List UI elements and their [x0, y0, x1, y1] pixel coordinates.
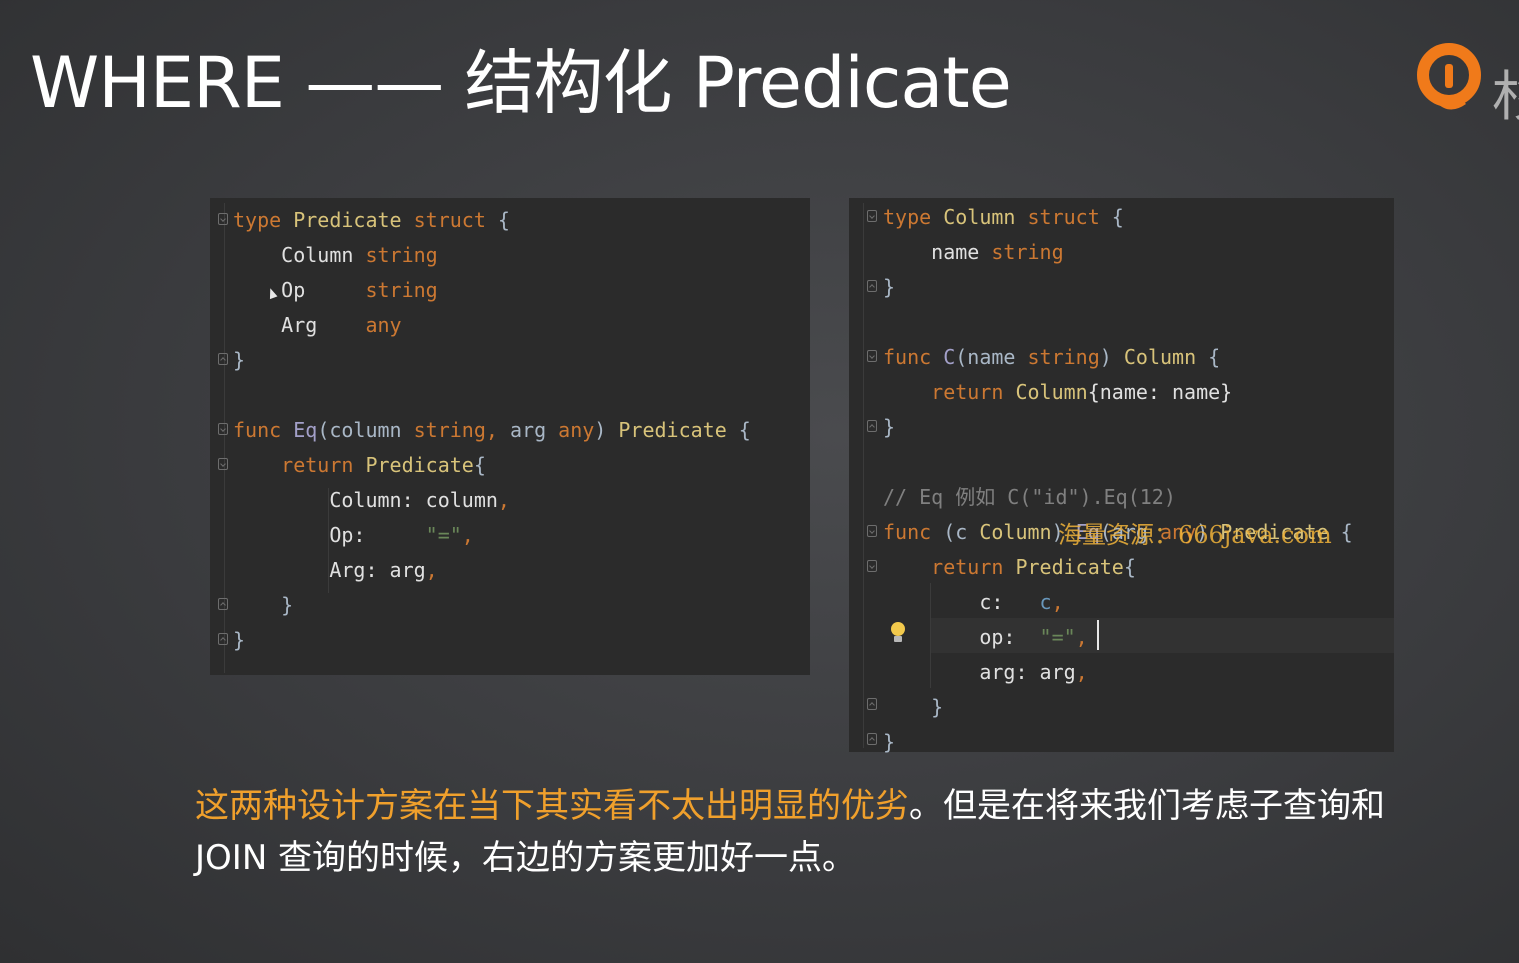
code-line: type Column struct {: [883, 205, 1124, 229]
fold-close-icon[interactable]: [218, 598, 228, 610]
fold-close-icon[interactable]: [867, 698, 877, 710]
code-line: Op: "=",: [233, 523, 474, 547]
code-line: c: c,: [883, 590, 1064, 614]
code-line: Column string: [233, 243, 438, 267]
fold-open-icon[interactable]: [218, 458, 228, 470]
code-line: func C(name string) Column {: [883, 345, 1221, 369]
code-line: Op string: [233, 278, 438, 302]
code-line: Arg any: [233, 313, 402, 337]
code-panel-right: type Column struct { name string } func …: [849, 198, 1394, 754]
lightbulb-icon[interactable]: [891, 622, 905, 636]
fold-close-icon[interactable]: [867, 420, 877, 432]
lightbulb-base: [894, 636, 902, 642]
code-panel-left: type Predicate struct { Column string Op…: [210, 198, 810, 675]
code-line: }: [883, 275, 896, 299]
fold-open-icon[interactable]: [218, 213, 228, 225]
fold-open-icon[interactable]: [867, 525, 877, 537]
code-line: Column: column,: [233, 488, 510, 512]
code-line: func Eq(column string, arg any) Predicat…: [233, 418, 751, 442]
code-line: }: [233, 628, 246, 652]
fold-open-icon[interactable]: [867, 210, 877, 222]
code-line: return Predicate{: [281, 453, 486, 477]
code-line: // Eq 例如 C("id").Eq(12): [883, 485, 1176, 509]
fold-close-icon[interactable]: [218, 353, 228, 365]
text-caret: [1097, 620, 1099, 650]
code-line: }: [883, 415, 896, 439]
fold-open-icon[interactable]: [867, 560, 877, 572]
code-line: }: [233, 348, 246, 372]
code-line: return Predicate{: [931, 555, 1136, 579]
brand-logo-icon: [1417, 43, 1481, 110]
caption-line2: JOIN 查询的时候，右边的方案更加好一点。: [195, 838, 857, 878]
caption-highlight: 这两种设计方案在当下其实看不太出明显的优劣: [195, 786, 909, 826]
code-line: name string: [883, 240, 1064, 264]
code-line: }: [883, 730, 896, 754]
caption-rest: 。但是在将来我们考虑子查询和: [909, 786, 1385, 826]
code-line: type Predicate struct {: [233, 208, 510, 232]
code-line: return Column{name: name}: [931, 380, 1233, 404]
code-line: arg: arg,: [883, 660, 1088, 684]
fold-open-icon[interactable]: [218, 423, 228, 435]
fold-close-icon[interactable]: [218, 633, 228, 645]
code-line: }: [233, 593, 294, 617]
fold-close-icon[interactable]: [867, 733, 877, 745]
slide-title: WHERE —— 结构化 Predicate: [30, 42, 1012, 124]
slide-caption: 这两种设计方案在当下其实看不太出明显的优劣。但是在将来我们考虑子查询和 JOIN…: [195, 780, 1485, 884]
code-line: op: "=",: [883, 625, 1088, 649]
code-line: Arg: arg,: [233, 558, 438, 582]
watermark-text: 海量资源：666java.com: [1058, 521, 1332, 549]
gutter-line: [863, 203, 864, 748]
fold-open-icon[interactable]: [867, 350, 877, 362]
brand-logo-letter: 杉: [1492, 52, 1519, 131]
fold-close-icon[interactable]: [867, 280, 877, 292]
code-line: }: [883, 695, 944, 719]
